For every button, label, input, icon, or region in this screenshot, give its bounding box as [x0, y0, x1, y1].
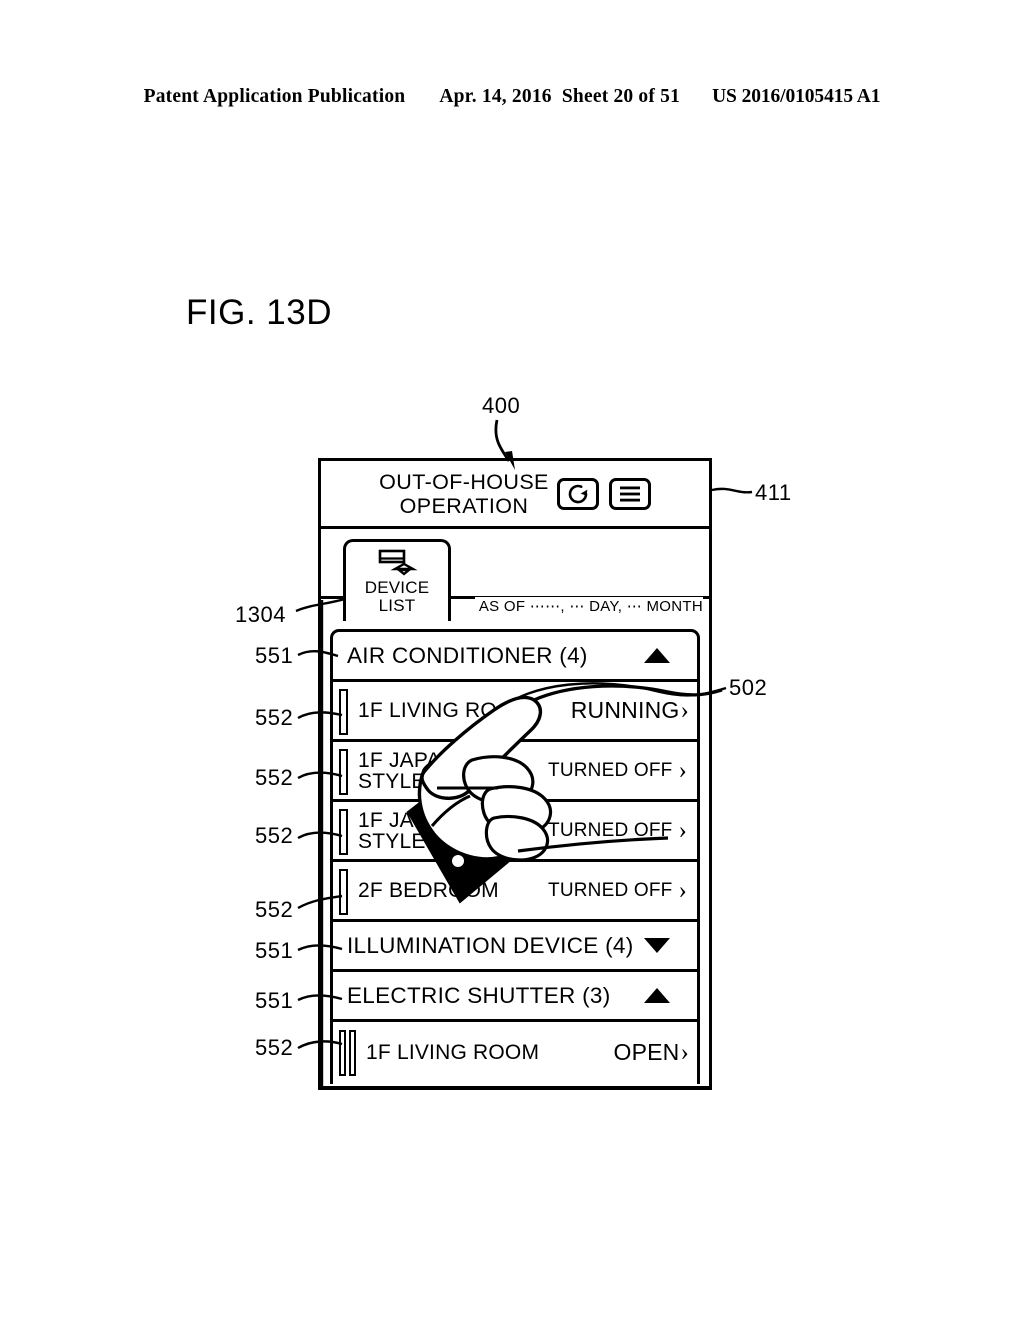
publication-header-left: Patent Application Publication [143, 86, 406, 107]
menu-button[interactable] [608, 477, 651, 510]
device-status: TURNED OFF › [548, 758, 697, 783]
device-list-panel: AIR CONDITIONER (4) 1F LIVING ROOM RUNNI… [330, 629, 700, 1084]
tab-strip: DEVICE LIST AS OF ⋯⋯, ⋯ DAY, ⋯ MONTH [321, 529, 709, 621]
triangle-down-icon [644, 938, 670, 953]
device-status-text: RUNNING [570, 697, 680, 723]
status-bar-indicator [339, 1021, 356, 1083]
device-name: 1F LIVING ROOM [366, 1040, 540, 1064]
callout-552-japanese-2: 552 [255, 823, 294, 848]
refresh-icon [566, 482, 590, 506]
device-row-2f-bedroom[interactable]: 2F BEDROOM TURNED OFF › [333, 862, 697, 922]
triangle-up-icon [644, 988, 670, 1003]
publication-header: Patent Application Publication Apr. 14, 2… [0, 86, 1024, 108]
device-row-1f-living-room-ac[interactable]: 1F LIVING ROOM RUNNING › [333, 682, 697, 742]
status-bar-indicator [339, 861, 348, 920]
callout-551-air-conditioner: 551 [255, 643, 294, 668]
device-row-1f-japanese-style-room-2[interactable]: 1F JAPANESE STYLE ROOM TURNED OFF › [333, 802, 697, 862]
callout-552-living-room: 552 [255, 705, 294, 730]
device-name: 2F BEDROOM [358, 879, 499, 902]
device-status-text: TURNED OFF [548, 759, 673, 781]
device-row-1f-living-room-shutter[interactable]: 1F LIVING ROOM OPEN › [333, 1022, 697, 1082]
callout-502: 502 [729, 675, 768, 700]
group-label: ELECTRIC SHUTTER (3) [347, 982, 611, 1008]
callout-552-shutter-living: 552 [255, 1035, 294, 1060]
callout-1304: 1304 [235, 602, 286, 627]
callout-551-shutter: 551 [255, 988, 294, 1013]
device-name: 1F LIVING ROOM [358, 699, 532, 722]
figure-label: FIG. 13D [186, 293, 332, 332]
callout-552-bedroom: 552 [255, 897, 294, 922]
chevron-right-icon: › [678, 877, 687, 904]
device-status-text: TURNED OFF [548, 819, 673, 841]
device-status: OPEN › [613, 1039, 697, 1066]
device-status: TURNED OFF › [548, 818, 697, 843]
triangle-up-icon [644, 648, 670, 663]
callout-552-japanese-1: 552 [255, 765, 294, 790]
device-status-text: TURNED OFF [548, 879, 673, 901]
refresh-button[interactable] [556, 477, 599, 510]
chevron-right-icon: › [680, 1038, 689, 1066]
device-row-1f-japanese-style-room-1[interactable]: 1F JAPANESE STYLE ROOM TURNED OFF › [333, 742, 697, 802]
device-status: RUNNING › [571, 697, 697, 724]
callout-400: 400 [482, 393, 521, 418]
status-bar-indicator [339, 741, 348, 800]
mobile-device-screen: OUT-OF-HOUSE OPERATION DEVICE LIST AS OF… [318, 458, 712, 1090]
tab-device-list[interactable]: DEVICE LIST [343, 539, 451, 621]
device-status-text: OPEN [613, 1038, 680, 1065]
callout-411: 411 [755, 480, 792, 505]
status-bar-indicator [339, 681, 348, 740]
air-conditioner-and-lamp-icon [369, 548, 425, 578]
chevron-right-icon: › [678, 757, 687, 784]
group-header-air-conditioner[interactable]: AIR CONDITIONER (4) [333, 632, 697, 682]
status-bar-indicator [339, 801, 348, 860]
device-name: 1F JAPANESE STYLE ROOM [358, 748, 499, 793]
publication-header-number: US 2016/0105415 A1 [712, 86, 881, 107]
hamburger-menu-icon [618, 485, 642, 503]
callout-551-illumination: 551 [255, 938, 294, 963]
group-label: AIR CONDITIONER (4) [347, 642, 588, 668]
group-header-illumination-device[interactable]: ILLUMINATION DEVICE (4) [333, 922, 697, 972]
timestamp-label: AS OF ⋯⋯, ⋯ DAY, ⋯ MONTH [474, 597, 703, 615]
chevron-right-icon: › [680, 697, 689, 724]
device-name: 1F JAPANESE STYLE ROOM [358, 808, 499, 853]
app-title: OUT-OF-HOUSE OPERATION [379, 469, 549, 518]
chevron-right-icon: › [678, 817, 687, 844]
publication-header-sheet: Sheet 20 of 51 [561, 86, 681, 107]
publication-header-date: Apr. 14, 2016 [439, 86, 552, 107]
app-title-bar: OUT-OF-HOUSE OPERATION [321, 461, 709, 529]
group-header-electric-shutter[interactable]: ELECTRIC SHUTTER (3) [333, 972, 697, 1022]
tab-device-list-label: DEVICE LIST [364, 578, 430, 615]
group-label: ILLUMINATION DEVICE (4) [347, 932, 634, 958]
device-status: TURNED OFF › [548, 878, 697, 903]
